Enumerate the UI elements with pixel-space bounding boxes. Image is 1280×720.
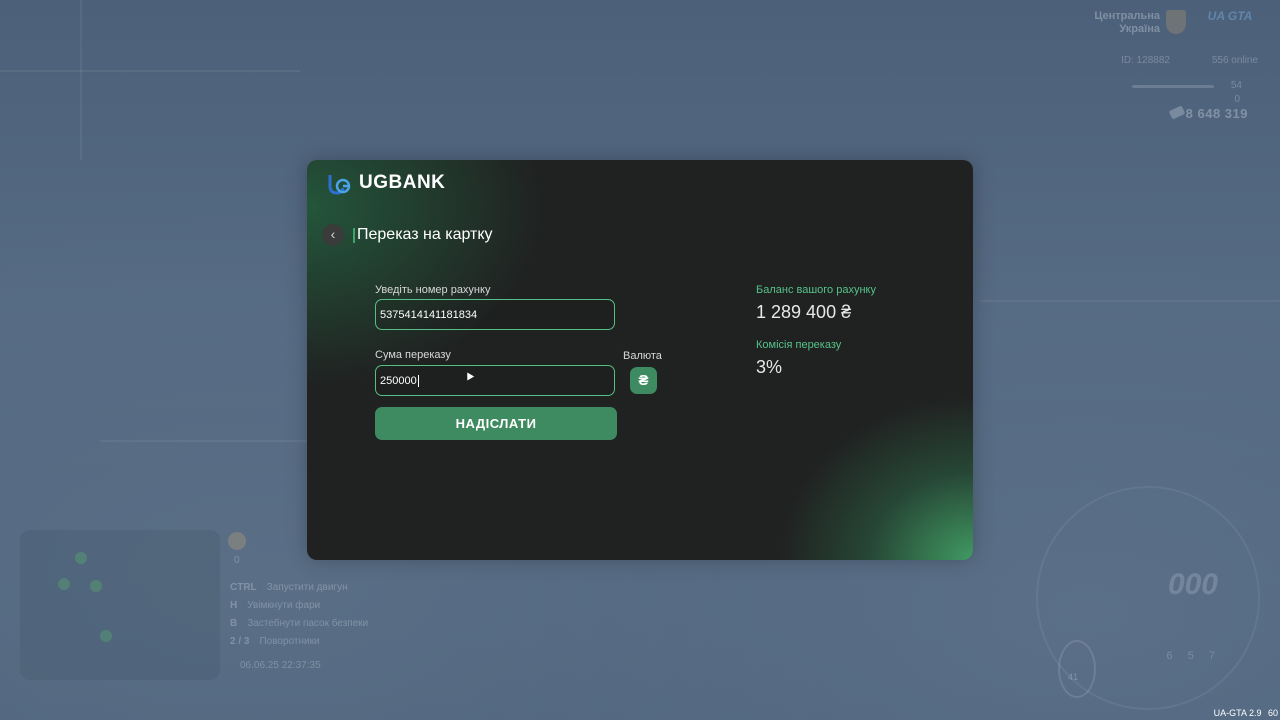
hint-text: Увімкнути фари (247, 600, 321, 611)
hint-text: Запустити двигун (266, 582, 348, 593)
account-number-value: 5375414141181834 (380, 309, 478, 321)
hint-row: B Застебнути пасок безпеки (230, 618, 368, 629)
page-title: Переказ на картку (357, 226, 493, 243)
hud-stat-1: 54 (1230, 80, 1242, 91)
region-emblem-icon (1166, 10, 1186, 34)
gear-label: 7 (1208, 650, 1215, 662)
hint-row: 2 / 3 Поворотники (230, 636, 320, 647)
back-arrow-icon: ‹ (330, 226, 336, 242)
hint-key: 2 / 3 (230, 636, 250, 647)
gear-label: 6 (1166, 650, 1173, 662)
hint-key: CTRL (230, 582, 257, 593)
ugbank-logo-icon (328, 175, 351, 195)
amount-value: 250000 (380, 375, 417, 387)
hint-row: H Увімкнути фари (230, 600, 320, 611)
minimap-marker (58, 578, 70, 590)
scene-road-line (0, 70, 300, 72)
hud-health-bar (1132, 85, 1214, 88)
minimap (20, 530, 220, 680)
scene-road-line (80, 0, 82, 160)
amount-label: Сума переказу (375, 349, 451, 361)
hint-key: B (230, 618, 238, 629)
minimap-marker (100, 630, 112, 642)
fuel-gauge: 41 (1058, 640, 1096, 698)
fuel-value: 41 (1068, 672, 1079, 682)
server-logo: UA GTA (1207, 9, 1253, 23)
account-label: Уведіть номер рахунку (375, 284, 491, 296)
title-accent-bar (353, 228, 355, 243)
amount-input[interactable]: 250000 (375, 365, 615, 396)
scene-road-line (980, 300, 1280, 302)
send-button[interactable]: НАДІСЛАТИ (375, 407, 617, 440)
scene-road-line (100, 440, 310, 442)
money-icon (1168, 105, 1186, 120)
hud-money: 8 648 319 (1185, 106, 1248, 121)
coin-value: 0 (234, 555, 240, 566)
hud-player-id: ID: 128882 (1121, 55, 1170, 66)
gear-label: 5 (1187, 650, 1194, 662)
balance-label: Баланс вашого рахунку (756, 284, 876, 296)
speedometer-value: 000 (1167, 568, 1218, 601)
coin-icon (228, 532, 246, 550)
currency-selector[interactable]: ₴ (630, 367, 657, 394)
version-label: UA-GTA 2.9 60 (1214, 708, 1278, 718)
text-caret (417, 375, 419, 388)
speedometer-gears: 6 5 7 (1167, 650, 1216, 662)
hud-region-name: Центральна Україна (1090, 10, 1160, 36)
commission-value: 3% (756, 357, 783, 377)
version-text: UA-GTA 2.9 (1213, 708, 1262, 718)
minimap-marker (75, 552, 87, 564)
bank-modal: UGBANK ‹ Переказ на картку Уведіть номер… (307, 160, 973, 560)
fps-counter: 60 (1267, 708, 1278, 718)
balance-value: 1 289 400 ₴ (756, 302, 852, 322)
currency-label: Валюта (623, 350, 662, 362)
hud-region-line2: Україна (1119, 23, 1160, 35)
back-button[interactable]: ‹ (322, 224, 344, 246)
hint-text: Поворотники (259, 636, 320, 647)
account-number-input[interactable]: 5375414141181834 (375, 299, 615, 330)
hint-row: CTRL Запустити двигун (230, 582, 348, 593)
hryvnia-icon: ₴ (638, 372, 649, 389)
hud-online-count: 556 online (1211, 55, 1258, 66)
hint-key: H (230, 600, 238, 611)
commission-label: Комісія переказу (756, 339, 842, 351)
hud-region-line1: Центральна (1094, 10, 1160, 22)
hint-text: Застебнути пасок безпеки (247, 618, 369, 629)
bank-logo-text: UGBANK (359, 172, 446, 193)
hud-datetime: 06.06.25 22:37:35 (240, 660, 321, 671)
minimap-marker (90, 580, 102, 592)
hud-stat-2: 0 (1234, 94, 1240, 105)
